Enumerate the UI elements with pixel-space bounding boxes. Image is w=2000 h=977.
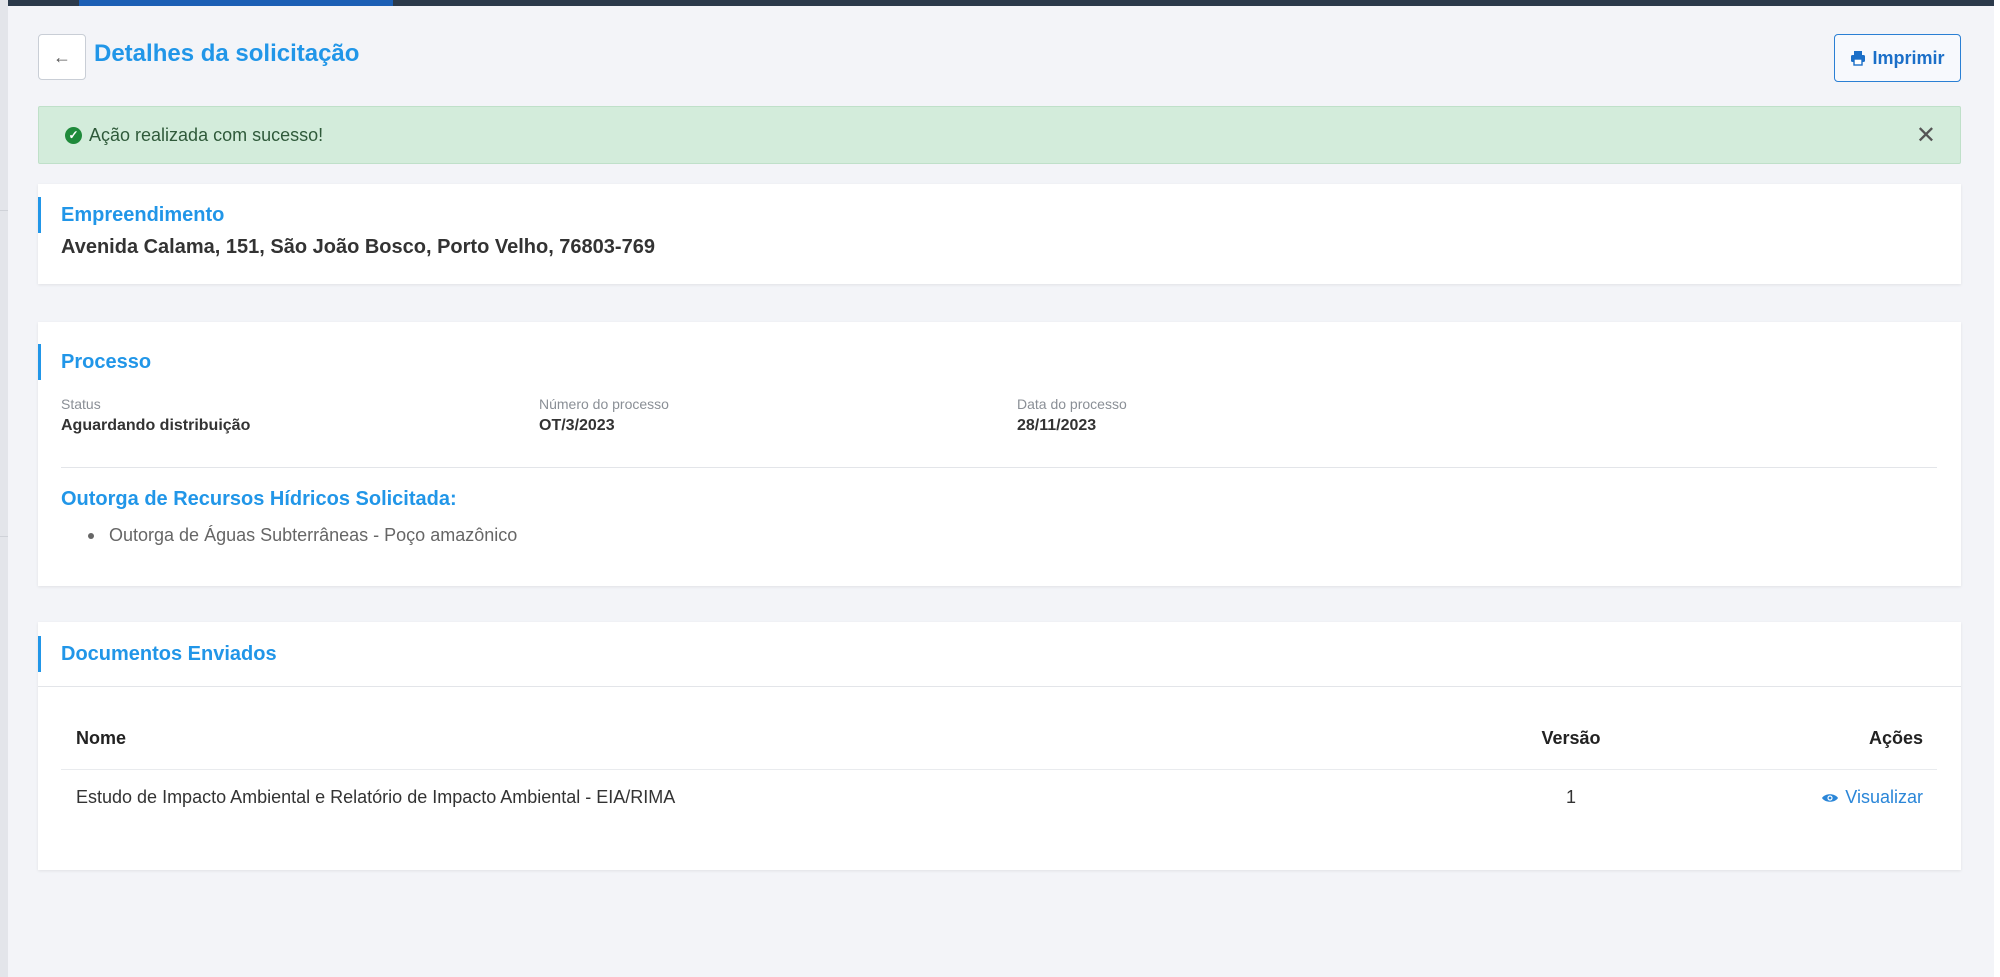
process-number-value: OT/3/2023: [539, 417, 615, 434]
scrollbar-track[interactable]: [1994, 0, 2000, 977]
sidebar-separator: [0, 210, 8, 211]
column-header-acoes: Ações: [1868, 728, 1923, 748]
documentos-card: Documentos Enviados Nome Versão Ações Es…: [38, 622, 1961, 870]
table-header-divider: [61, 769, 1937, 770]
page-title: Detalhes da solicitação: [94, 40, 360, 67]
divider: [61, 467, 1937, 468]
empreendimento-card: Empreendimento Avenida Calama, 151, São …: [38, 184, 1961, 284]
print-button[interactable]: Imprimir: [1834, 34, 1961, 82]
eye-icon: [1822, 793, 1839, 802]
sidebar-separator: [0, 536, 8, 537]
bullet-icon: [88, 532, 94, 539]
outorga-title: Outorga de Recursos Hídricos Solicitada:: [61, 488, 457, 510]
outorga-item-label: Outorga de Águas Subterrâneas - Poço ama…: [109, 525, 518, 545]
close-icon[interactable]: ✕: [1916, 121, 1936, 150]
view-link-label: Visualizar: [1845, 787, 1923, 807]
alert-message: Ação realizada com sucesso!: [89, 124, 324, 145]
card-header-divider: [38, 686, 1961, 687]
section-title-empreendimento: Empreendimento: [38, 197, 224, 233]
process-date-value: 28/11/2023: [1017, 417, 1097, 434]
arrow-left-icon: ←: [53, 46, 71, 67]
active-tab-indicator: [79, 0, 393, 6]
check-circle-icon: ✓: [65, 126, 82, 144]
print-button-label: Imprimir: [1872, 47, 1945, 68]
status-value: Aguardando distribuição: [61, 417, 251, 434]
section-title-processo: Processo: [38, 344, 151, 380]
back-button[interactable]: ←: [38, 34, 86, 80]
empreendimento-address: Avenida Calama, 151, São João Bosco, Por…: [61, 236, 655, 258]
processo-card: Processo Status Aguardando distribuição …: [38, 322, 1961, 586]
left-sidebar-edge: [0, 0, 8, 977]
status-label: Status: [61, 396, 101, 412]
document-name: Estudo de Impacto Ambiental e Relatório …: [76, 787, 676, 807]
process-date-label: Data do processo: [1017, 396, 1127, 412]
document-version: 1: [1565, 787, 1576, 807]
section-title-documentos: Documentos Enviados: [38, 636, 277, 672]
process-number-label: Número do processo: [539, 396, 669, 412]
column-header-versao: Versão: [1541, 728, 1601, 748]
success-alert: ✓ Ação realizada com sucesso! ✕: [38, 106, 1961, 164]
printer-icon: [1851, 51, 1866, 66]
view-document-link[interactable]: Visualizar: [1821, 787, 1923, 808]
column-header-nome: Nome: [76, 728, 127, 748]
list-item: Outorga de Águas Subterrâneas - Poço ama…: [88, 525, 517, 546]
top-navigation-bar: [0, 0, 1994, 6]
